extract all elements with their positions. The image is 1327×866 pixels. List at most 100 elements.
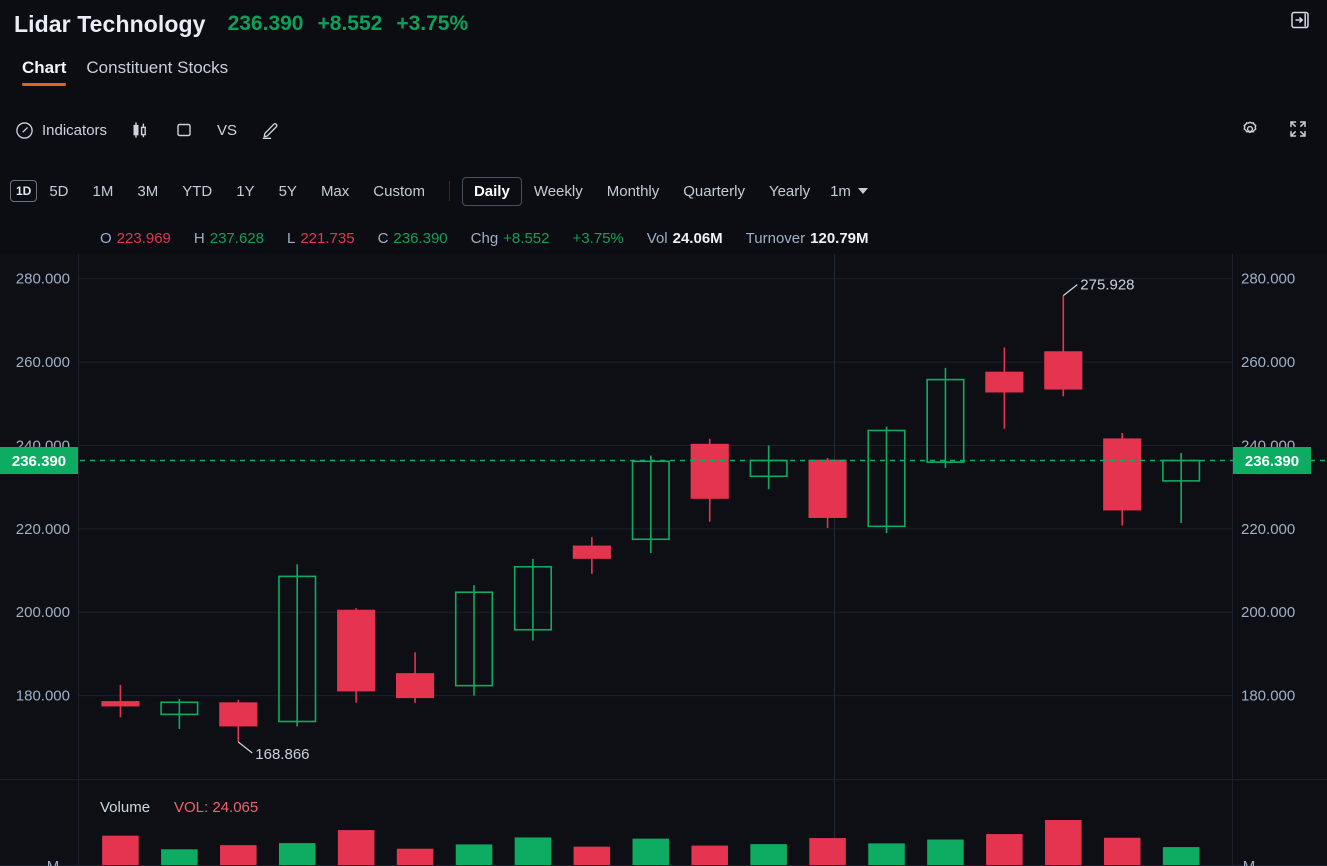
app-header: Lidar Technology 236.390 +8.552 +3.75%: [0, 0, 1327, 48]
volume-bar[interactable]: [1103, 837, 1141, 865]
candlestick-svg[interactable]: 180.000200.000220.000240.000260.000280.0…: [0, 254, 1327, 866]
volume-bar[interactable]: [396, 848, 434, 865]
volume-bar[interactable]: [986, 834, 1023, 865]
ohlc-turnover-value: 120.79M: [810, 229, 869, 247]
range-1d[interactable]: 1D: [10, 180, 38, 202]
volume-bar[interactable]: [1045, 820, 1082, 865]
svg-text:280.000: 280.000: [16, 271, 70, 288]
volume-bar[interactable]: [1162, 847, 1200, 865]
volume-panel-header: Volume VOL: 24.065: [100, 799, 258, 816]
candle[interactable]: [985, 371, 1024, 393]
ohlc-low-value: 221.735: [300, 229, 355, 247]
range-1y[interactable]: 1Y: [224, 177, 266, 206]
candle[interactable]: [101, 701, 140, 707]
ohlc-close-value: 236.390: [393, 229, 448, 247]
candle[interactable]: [690, 443, 729, 499]
candle[interactable]: [337, 609, 376, 692]
price-badge-left: 236.390: [0, 447, 78, 475]
svg-text:260.000: 260.000: [16, 354, 70, 371]
candle[interactable]: [219, 702, 258, 727]
range-max[interactable]: Max: [309, 177, 361, 206]
minute-interval-label: 1m: [830, 182, 851, 200]
collapse-panel-icon[interactable]: [1287, 7, 1313, 33]
interval-yearly[interactable]: Yearly: [757, 177, 822, 206]
ohlc-chg-label: Chg: [470, 229, 499, 247]
fullscreen-icon[interactable]: [1285, 116, 1311, 142]
gear-icon[interactable]: [1237, 116, 1263, 142]
range-custom[interactable]: Custom: [361, 177, 437, 206]
ohlc-open-label: O: [100, 229, 112, 247]
volume-bar[interactable]: [161, 849, 198, 865]
candle[interactable]: [808, 459, 847, 518]
range-5y[interactable]: 5Y: [267, 177, 309, 206]
tab-chart-label: Chart: [22, 58, 67, 77]
indicators-button[interactable]: Indicators: [13, 119, 107, 141]
chevron-down-icon: [857, 188, 868, 194]
ohlc-vol-value: 24.06M: [672, 229, 723, 247]
svg-text:236.390: 236.390: [1245, 453, 1299, 470]
volume-bar[interactable]: [573, 846, 611, 865]
interval-weekly[interactable]: Weekly: [522, 177, 595, 206]
ohlc-high-label: H: [193, 229, 205, 247]
svg-text:200.000: 200.000: [1241, 604, 1295, 621]
compare-button[interactable]: VS: [217, 122, 237, 139]
svg-text:VOL: 24.065: VOL: 24.065: [174, 799, 258, 816]
period-separator: [448, 181, 450, 201]
svg-text:Volume: Volume: [100, 799, 150, 816]
svg-text:236.390: 236.390: [12, 453, 66, 470]
volume-bar[interactable]: [809, 838, 846, 865]
tab-constituent-stocks-label: Constituent Stocks: [86, 58, 229, 77]
toolbar-right-actions: [1237, 116, 1311, 142]
tab-chart[interactable]: Chart: [12, 56, 76, 90]
chart-area: O 223.969 H 237.628 L 221.735 C 236.390 …: [0, 222, 1327, 866]
header-price: 236.390: [227, 12, 304, 35]
compare-label: VS: [217, 121, 238, 139]
range-3m[interactable]: 3M: [125, 177, 170, 206]
main-tabs: Chart Constituent Stocks: [0, 56, 1327, 100]
volume-bar[interactable]: [337, 830, 375, 865]
interval-monthly[interactable]: Monthly: [595, 177, 672, 206]
period-bar: 1D 5D 1M 3M YTD 1Y 5Y Max Custom Daily W…: [0, 168, 1327, 214]
minute-interval-dropdown[interactable]: 1m: [822, 178, 876, 205]
candle[interactable]: [1103, 438, 1142, 511]
tab-constituent-stocks[interactable]: Constituent Stocks: [76, 56, 238, 90]
volume-bar[interactable]: [927, 839, 964, 865]
drawing-rect-button[interactable]: [173, 119, 195, 141]
volume-bar[interactable]: [632, 838, 670, 865]
range-1m[interactable]: 1M: [81, 177, 126, 206]
header-change-percent: +3.75%: [396, 12, 469, 35]
volume-bar[interactable]: [278, 843, 316, 865]
chart-type-button[interactable]: [129, 119, 151, 141]
volume-bar[interactable]: [691, 845, 728, 865]
ohlc-high-value: 237.628: [209, 229, 264, 247]
candle[interactable]: [572, 545, 611, 559]
header-actions: [1287, 7, 1313, 33]
ohlc-turnover-label: Turnover: [745, 229, 806, 247]
range-5d[interactable]: 5D: [37, 177, 80, 206]
volume-unit-right: M: [1243, 858, 1256, 866]
svg-text:260.000: 260.000: [1241, 354, 1295, 371]
ohlc-chg-value: +8.552: [503, 229, 550, 247]
candle[interactable]: [1044, 351, 1083, 390]
svg-text:180.000: 180.000: [16, 688, 70, 705]
draw-button[interactable]: [259, 119, 281, 141]
interval-quarterly[interactable]: Quarterly: [671, 177, 757, 206]
svg-text:280.000: 280.000: [1241, 271, 1295, 288]
volume-bar[interactable]: [750, 844, 787, 865]
range-ytd[interactable]: YTD: [170, 177, 224, 206]
chart-plot[interactable]: 180.000 200.000 220.000 240.000 260.000 280.0…: [0, 254, 1327, 866]
svg-text:220.000: 220.000: [16, 521, 70, 538]
volume-bar[interactable]: [102, 835, 139, 865]
volume-bar[interactable]: [868, 843, 905, 865]
interval-daily[interactable]: Daily: [461, 176, 522, 206]
svg-text:168.866: 168.866: [255, 746, 309, 763]
volume-bar[interactable]: [220, 845, 257, 865]
volume-unit-left: M: [47, 858, 60, 866]
volume-bar[interactable]: [455, 844, 493, 865]
chart-toolbar: Indicators VS: [0, 110, 1327, 150]
ohlc-info-bar: O 223.969 H 237.628 L 221.735 C 236.390 …: [0, 222, 1327, 254]
ohlc-close-label: C: [377, 229, 389, 247]
price-badge-right: 236.390: [1233, 447, 1311, 475]
volume-bar[interactable]: [514, 837, 552, 865]
candle[interactable]: [396, 673, 435, 699]
